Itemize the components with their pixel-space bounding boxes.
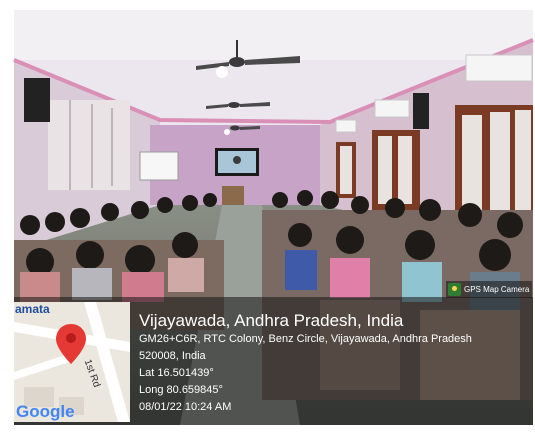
gps-camera-badge: GPS Map Camera <box>446 281 532 298</box>
latitude: Lat 16.501439° <box>139 367 214 379</box>
google-logo: Google <box>16 402 75 421</box>
location-info: Vijayawada, Andhra Pradesh, India GM26+C… <box>139 310 529 416</box>
geotag-overlay: amata 1st Rd Google Vijayawada, Andhra P… <box>14 297 533 425</box>
badge-label: GPS Map Camera <box>464 285 530 294</box>
gps-map-camera-icon <box>448 283 461 296</box>
air-conditioner-icon <box>335 119 357 133</box>
right-speaker <box>413 93 429 129</box>
address-line-1: GM26+C6R, RTC Colony, Benz Circle, Vijay… <box>139 333 472 345</box>
left-speaker <box>24 78 50 122</box>
left-window <box>48 100 130 190</box>
location-title: Vijayawada, Andhra Pradesh, India <box>139 311 404 330</box>
map-place-label: amata <box>15 302 50 316</box>
podium <box>222 186 244 208</box>
datetime: 08/01/22 10:24 AM <box>139 401 232 413</box>
whiteboard <box>139 151 179 181</box>
air-conditioner-icon <box>374 99 410 118</box>
longitude: Long 80.659845° <box>139 384 223 396</box>
map-thumbnail: amata 1st Rd Google <box>14 302 130 422</box>
air-conditioner-icon <box>465 54 533 82</box>
address-line-2: 520008, India <box>139 350 206 362</box>
